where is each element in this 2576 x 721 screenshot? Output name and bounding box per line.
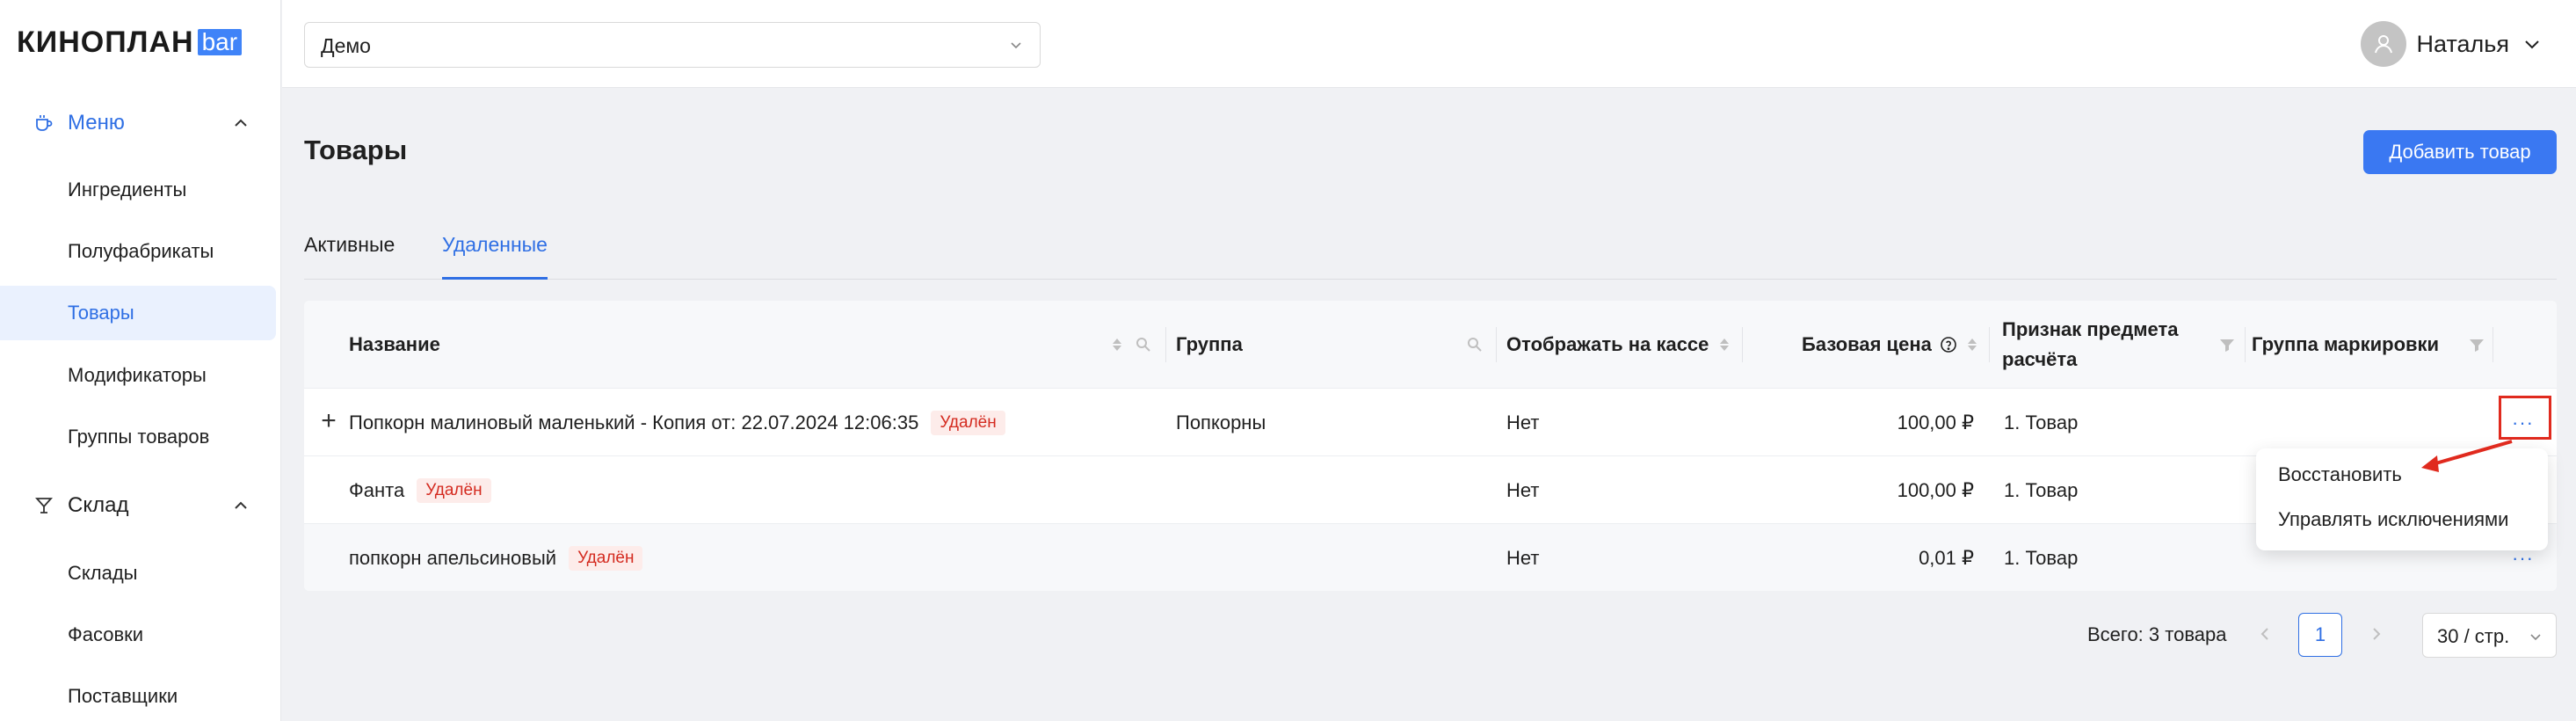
- table-row[interactable]: Фанта Удалён Нет 100,00 ₽ 1. Товар: [304, 456, 2557, 524]
- column-header-subject-line1: Признак предмета: [2002, 318, 2179, 340]
- show-cell: Нет: [1506, 411, 1540, 433]
- sidebar-item-products[interactable]: Товары: [0, 286, 276, 340]
- menu-item-restore[interactable]: Восстановить: [2278, 463, 2402, 486]
- sidebar-item-label: Ингредиенты: [68, 178, 187, 200]
- show-cell: Нет: [1506, 478, 1540, 501]
- search-icon[interactable]: [1466, 336, 1484, 353]
- column-header-name[interactable]: Название: [349, 301, 440, 389]
- sidebar-section-menu[interactable]: Меню: [0, 96, 281, 150]
- logo[interactable]: КИНОПЛАН bar: [17, 25, 243, 59]
- page-size-select[interactable]: 30 / стр.: [2422, 613, 2557, 658]
- menu-item-manage-exceptions[interactable]: Управлять исключениями: [2278, 508, 2508, 531]
- page-title: Товары: [304, 135, 408, 165]
- product-name: Попкорн малиновый маленький - Копия от: …: [349, 411, 919, 433]
- expand-row-icon[interactable]: +: [316, 408, 341, 434]
- sidebar-section-label: Меню: [68, 111, 125, 135]
- sidebar: КИНОПЛАН bar Меню Ингредиенты Полуфабрик…: [0, 0, 281, 721]
- price-cell: 100,00 ₽: [1897, 478, 1974, 501]
- sidebar-item-semi-finished[interactable]: Полуфабрикаты: [0, 224, 276, 279]
- sidebar-item-packaging[interactable]: Фасовки: [0, 608, 276, 662]
- annotation-highlight-box: [2499, 396, 2551, 440]
- column-header-subject[interactable]: Признак предмета расчёта: [2002, 301, 2179, 389]
- column-header-marking-group[interactable]: Группа маркировки: [2252, 301, 2439, 389]
- cinema-select[interactable]: Демо: [304, 22, 1041, 68]
- table-row[interactable]: попкорн апельсиновый Удалён Нет 0,01 ₽ 1…: [304, 524, 2557, 591]
- table-row[interactable]: + Попкорн малиновый маленький - Копия от…: [304, 389, 2557, 456]
- column-header-subject-line2: расчёта: [2002, 348, 2078, 370]
- table-header: Название Группа Отображать на кассе Базо…: [304, 301, 2557, 389]
- products-table: Название Группа Отображать на кассе Базо…: [304, 301, 2557, 591]
- sidebar-item-label: Группы товаров: [68, 426, 210, 448]
- show-cell: Нет: [1506, 546, 1540, 569]
- subject-cell: 1. Товар: [2004, 546, 2079, 569]
- sidebar-item-ingredients[interactable]: Ингредиенты: [0, 163, 276, 217]
- column-header-group[interactable]: Группа: [1176, 301, 1243, 389]
- chevron-down-icon: [1011, 42, 1021, 49]
- topbar: Демо Наталья: [282, 0, 2576, 88]
- cinema-select-value: Демо: [321, 34, 371, 57]
- status-badge: Удалён: [417, 477, 491, 503]
- status-badge: Удалён: [931, 410, 1005, 435]
- status-badge: Удалён: [569, 545, 643, 571]
- row-actions-menu: Восстановить Управлять исключениями: [2256, 448, 2548, 550]
- price-cell: 100,00 ₽: [1897, 411, 1974, 433]
- logo-text: КИНОПЛАН: [17, 25, 194, 59]
- sidebar-section-warehouse[interactable]: Склад: [0, 478, 281, 533]
- cup-icon: [33, 113, 54, 134]
- sidebar-item-label: Фасовки: [68, 623, 144, 645]
- tab-active[interactable]: Активные: [304, 233, 395, 280]
- sidebar-section-label: Склад: [68, 493, 129, 517]
- product-name-cell: попкорн апельсиновый Удалён: [349, 524, 643, 591]
- tabs: Активные Удаленные: [304, 224, 2557, 280]
- glass-icon: [33, 495, 54, 516]
- group-cell: Попкорны: [1176, 411, 1266, 433]
- chevron-up-icon: [235, 501, 247, 509]
- avatar: [2360, 21, 2406, 67]
- product-name-cell: Попкорн малиновый маленький - Копия от: …: [349, 389, 1005, 456]
- subject-cell: 1. Товар: [2004, 411, 2079, 433]
- page-size-value: 30 / стр.: [2437, 625, 2510, 647]
- chevron-down-icon: [2530, 634, 2541, 641]
- column-header-base-price[interactable]: Базовая цена: [1802, 301, 1932, 389]
- total-count: Всего: 3 товара: [2087, 623, 2227, 645]
- sidebar-item-label: Склады: [68, 562, 138, 584]
- tab-deleted[interactable]: Удаленные: [442, 233, 548, 280]
- subject-cell: 1. Товар: [2004, 478, 2079, 501]
- sidebar-item-label: Модификаторы: [68, 364, 207, 386]
- sidebar-item-suppliers[interactable]: Поставщики: [0, 669, 276, 721]
- help-icon[interactable]: [1940, 336, 1957, 353]
- sidebar-item-label: Полуфабрикаты: [68, 240, 214, 262]
- user-name: Наталья: [2416, 30, 2509, 57]
- sidebar-item-warehouses[interactable]: Склады: [0, 546, 276, 601]
- price-cell: 0,01 ₽: [1919, 546, 1974, 569]
- filter-icon[interactable]: [2468, 336, 2485, 353]
- product-name: Фанта: [349, 478, 405, 501]
- user-menu[interactable]: Наталья: [2360, 21, 2543, 67]
- logo-badge: bar: [197, 29, 243, 55]
- chevron-down-icon: [2525, 40, 2539, 49]
- search-icon[interactable]: [1135, 336, 1152, 353]
- sidebar-item-product-groups[interactable]: Группы товаров: [0, 410, 276, 464]
- product-name-cell: Фанта Удалён: [349, 456, 491, 524]
- sort-icon[interactable]: [1963, 336, 1981, 353]
- filter-icon[interactable]: [2218, 336, 2236, 353]
- sidebar-item-label: Поставщики: [68, 685, 178, 707]
- chevron-left-icon[interactable]: [2254, 623, 2275, 645]
- chevron-up-icon: [235, 119, 247, 127]
- sort-icon[interactable]: [1108, 336, 1126, 353]
- chevron-right-icon[interactable]: [2366, 623, 2387, 645]
- sidebar-item-label: Товары: [68, 302, 134, 324]
- sidebar-item-modifiers[interactable]: Модификаторы: [0, 348, 276, 403]
- column-header-show-at-cashier[interactable]: Отображать на кассе: [1506, 301, 1709, 389]
- page-number[interactable]: 1: [2298, 613, 2342, 657]
- add-product-button[interactable]: Добавить товар: [2363, 130, 2557, 174]
- product-name: попкорн апельсиновый: [349, 546, 557, 569]
- sort-icon[interactable]: [1716, 336, 1733, 353]
